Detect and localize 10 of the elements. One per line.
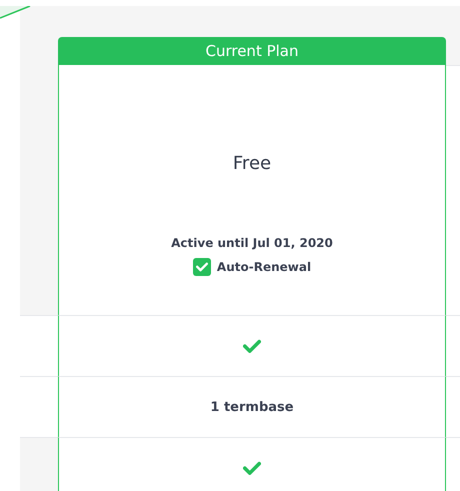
feature-value: 1 termbase: [210, 400, 294, 414]
plan-header: Current Plan: [58, 37, 446, 65]
plan-status: Active until Jul 01, 2020: [171, 236, 333, 250]
auto-renewal-label: Auto-Renewal: [216, 260, 312, 274]
check-icon: [196, 262, 208, 272]
check-icon: [243, 460, 261, 476]
plan-name: Free: [232, 153, 272, 174]
auto-renewal-checkbox[interactable]: [192, 258, 211, 276]
check-icon: [243, 338, 261, 354]
corner-stripe-drawing: [0, 6, 32, 20]
